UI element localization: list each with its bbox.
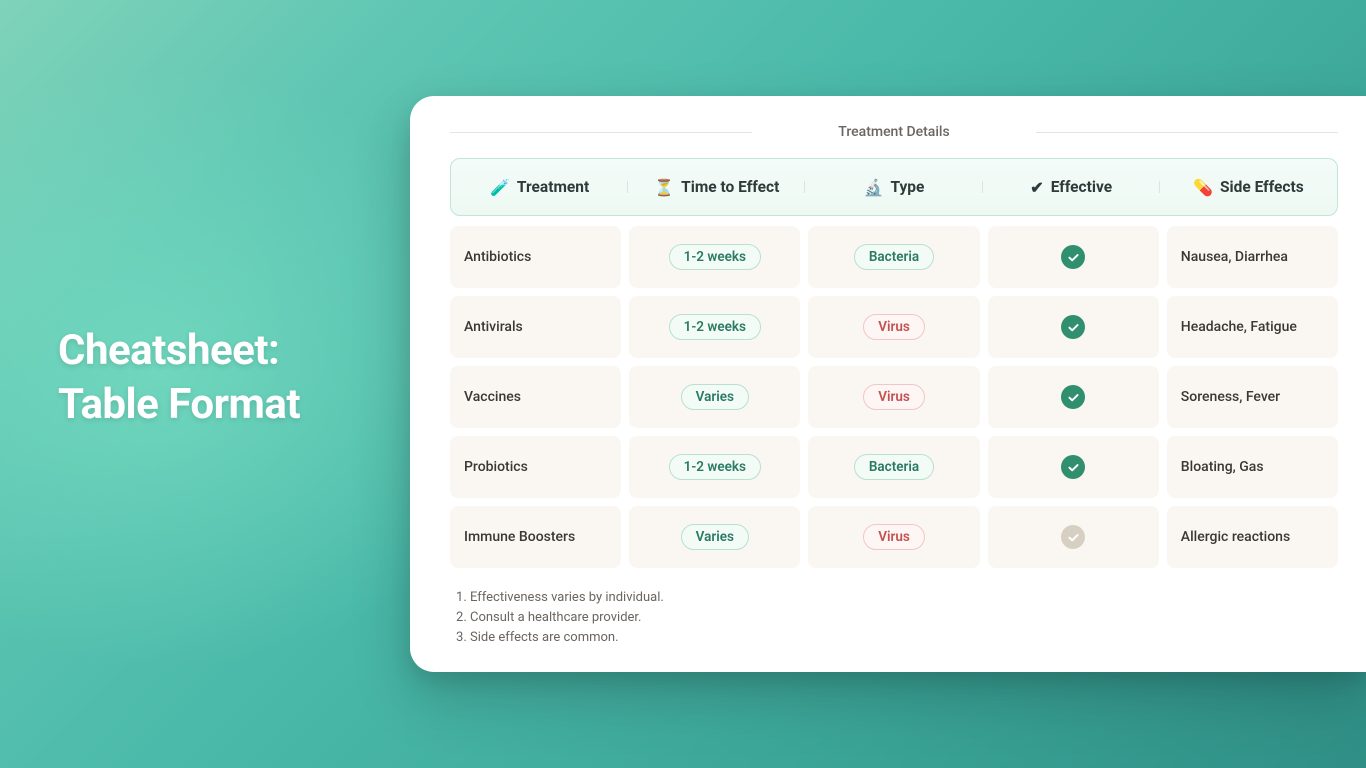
hero-title: Cheatsheet: Table Format: [58, 324, 300, 432]
check-circle-off-icon: [1061, 525, 1085, 549]
time-pill: 1-2 weeks: [669, 244, 761, 270]
cell-type: Bacteria: [808, 436, 979, 498]
check-circle-icon: [1061, 315, 1085, 339]
microscope-icon: 🔬: [864, 178, 884, 197]
cell-time: 1-2 weeks: [629, 296, 800, 358]
time-pill: 1-2 weeks: [669, 314, 761, 340]
col-header-label: Treatment: [517, 178, 589, 196]
footnotes: Effectiveness varies by individual.Consu…: [450, 588, 1338, 648]
treatment-name: Probiotics: [464, 459, 528, 475]
treatment-name: Antivirals: [464, 319, 523, 335]
hourglass-icon: ⏳: [654, 178, 674, 197]
cell-treatment: Vaccines: [450, 366, 621, 428]
col-header-time: ⏳ Time to Effect: [628, 178, 805, 197]
panel-title: Treatment Details: [450, 124, 1338, 140]
col-header-side-effects: 💊 Side Effects: [1160, 178, 1337, 197]
side-effects-text: Headache, Fatigue: [1181, 319, 1297, 335]
time-pill: Varies: [681, 384, 749, 410]
cell-type: Virus: [808, 506, 979, 568]
cell-side-effects: Soreness, Fever: [1167, 366, 1338, 428]
table-row: Antibiotics 1-2 weeks Bacteria Nausea, Diar…: [450, 226, 1338, 288]
cell-side-effects: Allergic reactions: [1167, 506, 1338, 568]
table-row: Vaccines Varies Virus Soreness, Fever: [450, 366, 1338, 428]
cell-side-effects: Nausea, Diarrhea: [1167, 226, 1338, 288]
cell-treatment: Antivirals: [450, 296, 621, 358]
hero-line-2: Table Format: [58, 378, 300, 432]
table-row: Antivirals 1-2 weeks Virus Headache, Fatigu…: [450, 296, 1338, 358]
side-effects-text: Allergic reactions: [1181, 529, 1290, 545]
side-effects-text: Soreness, Fever: [1181, 389, 1280, 405]
cell-treatment: Antibiotics: [450, 226, 621, 288]
check-circle-icon: [1061, 385, 1085, 409]
cell-type: Virus: [808, 366, 979, 428]
treatment-name: Vaccines: [464, 389, 521, 405]
time-pill: 1-2 weeks: [669, 454, 761, 480]
pill-icon: 💊: [1193, 178, 1213, 197]
type-pill: Virus: [863, 384, 925, 410]
table-header-row: 🧪 Treatment ⏳ Time to Effect 🔬 Type ✔ Ef…: [450, 158, 1338, 216]
cell-time: 1-2 weeks: [629, 226, 800, 288]
cell-treatment: Probiotics: [450, 436, 621, 498]
cell-effective: [988, 296, 1159, 358]
check-circle-icon: [1061, 245, 1085, 269]
cell-effective: [988, 436, 1159, 498]
treatment-name: Antibiotics: [464, 249, 531, 265]
col-header-label: Effective: [1051, 178, 1112, 196]
col-header-type: 🔬 Type: [805, 178, 982, 197]
test-tube-icon: 🧪: [490, 178, 510, 197]
table-row: Probiotics 1-2 weeks Bacteria Bloating, Gas: [450, 436, 1338, 498]
footnote-item: Effectiveness varies by individual.: [470, 588, 1338, 608]
check-circle-icon: [1061, 455, 1085, 479]
cell-side-effects: Headache, Fatigue: [1167, 296, 1338, 358]
footnote-item: Side effects are common.: [470, 628, 1338, 648]
cell-effective: [988, 226, 1159, 288]
type-pill: Bacteria: [854, 454, 934, 480]
time-pill: Varies: [681, 524, 749, 550]
type-pill: Virus: [863, 524, 925, 550]
type-pill: Virus: [863, 314, 925, 340]
type-pill: Bacteria: [854, 244, 934, 270]
cell-type: Bacteria: [808, 226, 979, 288]
footnote-item: Consult a healthcare provider.: [470, 608, 1338, 628]
check-icon: ✔: [1030, 178, 1043, 197]
table-card: Treatment Details 🧪 Treatment ⏳ Time to …: [410, 96, 1366, 672]
table-row: Immune Boosters Varies Virus Allergic react…: [450, 506, 1338, 568]
cell-effective: [988, 506, 1159, 568]
cell-time: Varies: [629, 506, 800, 568]
col-header-label: Side Effects: [1220, 178, 1304, 196]
table-body: Antibiotics 1-2 weeks Bacteria Nausea, Diar…: [450, 226, 1338, 568]
cell-effective: [988, 366, 1159, 428]
col-header-label: Type: [891, 178, 925, 196]
side-effects-text: Bloating, Gas: [1181, 459, 1264, 475]
col-header-label: Time to Effect: [681, 178, 779, 196]
treatment-name: Immune Boosters: [464, 529, 575, 545]
side-effects-text: Nausea, Diarrhea: [1181, 249, 1288, 265]
cell-time: 1-2 weeks: [629, 436, 800, 498]
col-header-treatment: 🧪 Treatment: [451, 178, 628, 197]
col-header-effective: ✔ Effective: [983, 178, 1160, 197]
cell-time: Varies: [629, 366, 800, 428]
cell-treatment: Immune Boosters: [450, 506, 621, 568]
hero-line-1: Cheatsheet:: [58, 324, 300, 378]
cell-type: Virus: [808, 296, 979, 358]
cell-side-effects: Bloating, Gas: [1167, 436, 1338, 498]
